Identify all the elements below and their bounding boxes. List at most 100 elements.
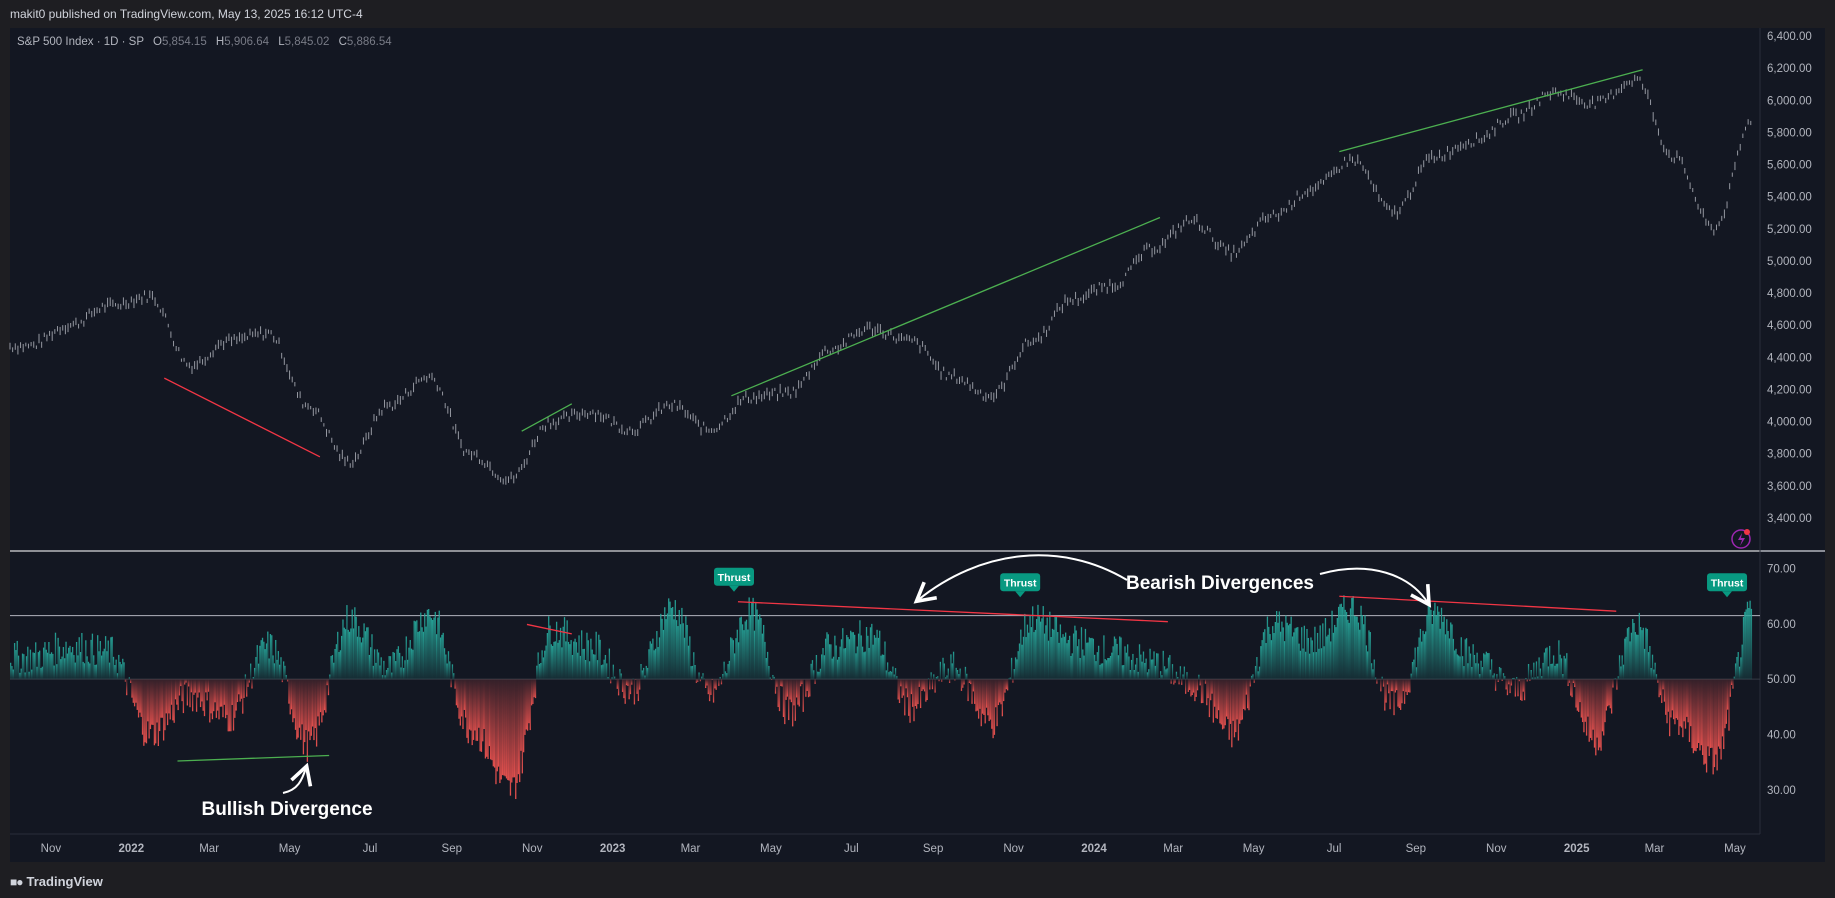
oscillator-bar-negative (1385, 679, 1387, 703)
oscillator-bar-negative (289, 679, 291, 715)
oscillator-bar-positive (1566, 653, 1568, 680)
oscillator-bar-negative (1396, 679, 1398, 691)
oscillator-bar-positive (1297, 627, 1299, 680)
oscillator-bar-negative (306, 679, 309, 762)
oscillator-bar-negative (522, 679, 525, 753)
oscillator-bar-negative (189, 679, 191, 708)
oscillator-bar-positive (1125, 652, 1127, 680)
oscillator-bar-positive (17, 655, 20, 680)
oscillator-bar-positive (1047, 640, 1050, 680)
oscillator-bar-negative (1696, 679, 1698, 748)
oscillator-bar-positive (1018, 643, 1021, 680)
oscillator-bar-positive (561, 647, 563, 680)
price-axis-tick: 6,200.00 (1767, 63, 1812, 75)
chart-svg[interactable]: 6,400.00 6,200.00 6,000.00 5,800.00 5,600.00… (0, 0, 1835, 898)
oscillator-bar-negative (1588, 679, 1590, 742)
oscillator-bar-negative (1690, 679, 1692, 727)
oscillator-bar-positive (1435, 615, 1437, 680)
oscillator-bar-negative (1589, 679, 1592, 738)
oscillator-bar-negative (979, 679, 981, 709)
oscillator-bar-negative (1727, 679, 1729, 710)
oscillator-bar-positive (447, 651, 450, 680)
oscillator-bar-negative (458, 679, 460, 719)
tradingview-brand[interactable]: ■● TradingView (10, 874, 103, 889)
oscillator-bar-negative (1403, 679, 1406, 704)
oscillator-bar-positive (1647, 652, 1650, 680)
oscillator-bar-negative (900, 679, 902, 687)
oscillator-bar-positive (116, 673, 119, 680)
oscillator-bar-positive (44, 642, 46, 680)
oscillator-bar-negative (1585, 679, 1588, 736)
oscillator-bar-negative (1581, 679, 1584, 723)
oscillator-bar-positive (46, 652, 49, 680)
oscillator-bar-negative (922, 679, 924, 690)
oscillator-bar-negative (637, 679, 640, 702)
oscillator-bar-negative (793, 679, 795, 706)
oscillator-bar-positive (1086, 642, 1088, 680)
oscillator-bar-positive (1326, 636, 1328, 680)
oscillator-bar-positive (1357, 622, 1360, 680)
oscillator-bar-positive (681, 607, 683, 680)
oscillator-bar-negative (517, 679, 520, 775)
oscillator-bar-positive (1071, 653, 1073, 680)
oscillator-bar-positive (1539, 668, 1542, 680)
oscillator-bar-positive (1266, 616, 1269, 680)
oscillator-bar-negative (186, 679, 189, 706)
oscillator-bar-negative (985, 679, 988, 708)
oscillator-bar-negative (302, 679, 305, 755)
oscillator-bar-positive (244, 674, 247, 680)
oscillator-bar-positive (401, 656, 403, 680)
oscillator-bar-positive (1632, 618, 1634, 680)
oscillator-bar-negative (197, 679, 199, 698)
oscillator-bar-positive (355, 616, 357, 680)
oscillator-bar-positive (964, 666, 967, 680)
oscillator-bar-positive (586, 632, 588, 680)
oscillator-bar-positive (1641, 630, 1643, 680)
oscillator-bar-positive (1096, 652, 1098, 680)
oscillator-bar-positive (1467, 663, 1469, 680)
price-axis[interactable] (1760, 28, 1825, 834)
oscillator-bar-positive (1138, 644, 1141, 680)
oscillator-bar-negative (180, 679, 182, 687)
oscillator-bar-negative (1494, 679, 1497, 691)
oscillator-bar-positive (1513, 677, 1515, 680)
oscillator-bar-negative (1663, 679, 1666, 702)
oscillator-bar-negative (1227, 679, 1229, 720)
oscillator-bar-positive (1182, 674, 1184, 680)
oscillator-bar-negative (1584, 679, 1586, 722)
oscillator-bar-positive (252, 677, 254, 680)
oscillator-bar-positive (393, 652, 396, 680)
oscillator-bar-negative (221, 679, 223, 707)
oscillator-bar-negative (1591, 679, 1593, 741)
oscillator-bar-positive (600, 665, 603, 680)
oscillator-bar-positive (668, 598, 670, 680)
oscillator-bar-positive (549, 625, 551, 680)
oscillator-bar-positive (761, 633, 763, 680)
oscillator-bar-positive (691, 665, 694, 680)
oscillator-axis-tick: 30.00 (1767, 785, 1796, 797)
oscillator-bar-negative (919, 679, 922, 709)
oscillator-bar-positive (1310, 637, 1312, 680)
price-pane[interactable] (10, 28, 1760, 550)
oscillator-bar-positive (250, 663, 252, 680)
oscillator-bar-negative (1574, 679, 1576, 688)
oscillator-bar-positive (959, 668, 961, 680)
oscillator-bar-positive (1415, 667, 1418, 680)
oscillator-bar-positive (689, 636, 691, 680)
oscillator-bar-positive (1564, 658, 1567, 680)
oscillator-bar-positive (1349, 608, 1352, 680)
oscillator-bar-positive (1629, 641, 1631, 680)
oscillator-pane[interactable] (10, 552, 1760, 834)
time-axis-tick: 2022 (119, 843, 145, 855)
oscillator-bar-negative (1181, 679, 1183, 685)
oscillator-bar-positive (1324, 618, 1327, 680)
price-axis-tick: 5,000.00 (1767, 256, 1812, 268)
oscillator-bar-negative (1571, 679, 1573, 698)
oscillator-bar-negative (918, 679, 920, 687)
oscillator-bar-negative (1190, 679, 1192, 697)
oscillator-bar-negative (215, 679, 218, 718)
oscillator-bar-positive (701, 676, 703, 680)
oscillator-bar-positive (1142, 651, 1145, 680)
oscillator-bar-positive (1340, 603, 1342, 680)
oscillator-bar-positive (29, 649, 32, 680)
